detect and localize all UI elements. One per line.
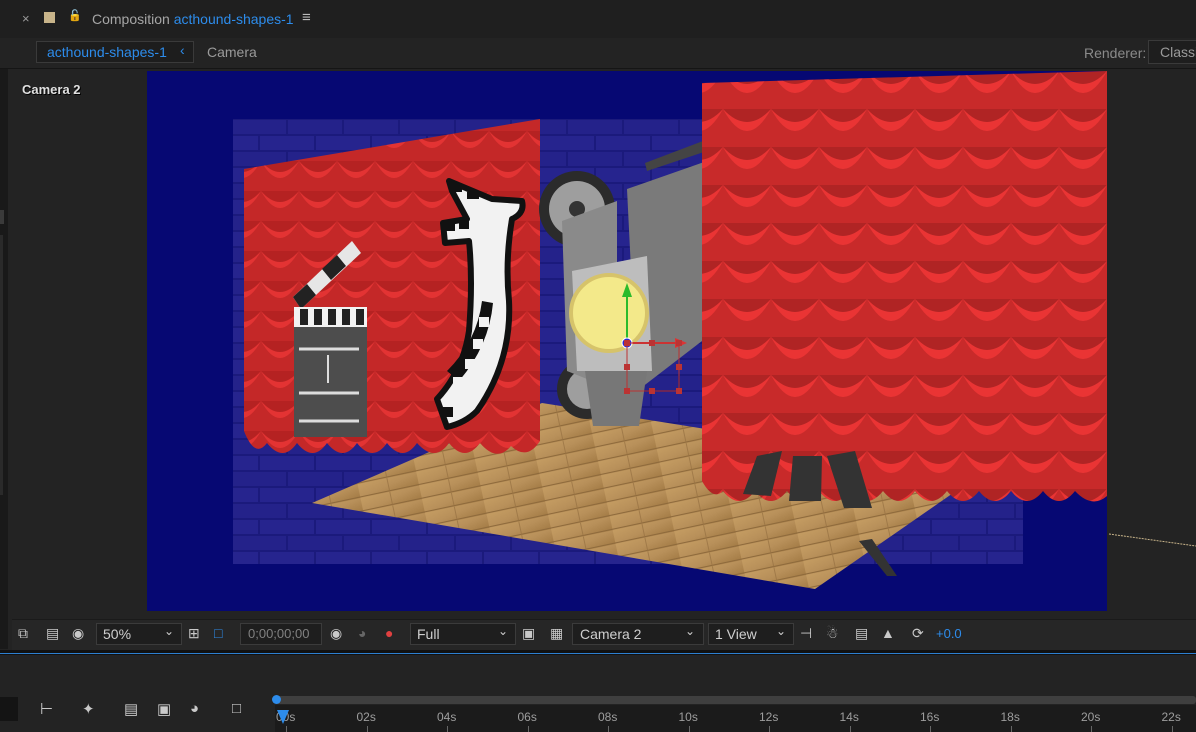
ruler-tick-mark	[769, 726, 770, 732]
chevron-down-icon[interactable]: ⌄	[498, 624, 508, 638]
lock-icon[interactable]: 🔓	[68, 9, 82, 22]
hide-shy-layers-icon[interactable]: ▤	[124, 700, 138, 718]
panel-menu-icon[interactable]: ≡	[302, 9, 311, 26]
ruler-tick-label: 18s	[1000, 710, 1020, 724]
camera-view-value[interactable]: Camera 2	[580, 626, 641, 642]
ruler-tick-mark	[1171, 726, 1173, 732]
mask-icon[interactable]: ◉	[72, 625, 84, 642]
transparency-grid-icon[interactable]: ▦	[550, 625, 563, 642]
monitor-icon[interactable]: ▤	[46, 625, 59, 642]
ruler-tick-mark	[527, 726, 529, 732]
ruler-tick-mark	[688, 726, 690, 732]
playhead[interactable]	[277, 710, 289, 724]
left-scrollbar[interactable]	[0, 235, 3, 495]
active-camera-label: Camera 2	[22, 82, 81, 97]
ruler-tick-mark	[849, 726, 851, 732]
timecode-field[interactable]	[0, 697, 18, 721]
always-preview-icon[interactable]: ⧉	[18, 625, 28, 642]
time-ruler[interactable]	[275, 705, 1196, 732]
resolution-value[interactable]: Full	[417, 626, 440, 642]
timecode-value[interactable]: 0;00;00;00	[248, 626, 309, 641]
composition-flowchart-icon[interactable]: ⊢	[40, 700, 53, 718]
panel-title: Composition acthound-shapes-1	[92, 11, 294, 27]
panel-focus-line	[0, 653, 1196, 654]
renderer-value[interactable]: Classic	[1160, 44, 1196, 60]
magnification-value[interactable]: 50%	[103, 626, 131, 642]
channel-color-icon[interactable]: ●	[385, 625, 393, 641]
motion-blur-icon[interactable]: ◕	[190, 700, 199, 717]
ruler-tick-label: 06s	[517, 710, 537, 724]
snapshot-camera-icon[interactable]: ◉	[330, 625, 342, 642]
ruler-tick-mark	[930, 726, 931, 732]
region-of-interest-icon[interactable]: □	[214, 625, 222, 641]
flowchart-icon[interactable]: ▲	[881, 625, 895, 641]
fast-previews-icon[interactable]: ▣	[522, 625, 535, 642]
work-area-bar[interactable]	[275, 696, 1196, 704]
view-layout-value[interactable]: 1 View	[715, 626, 757, 642]
composition-name: acthound-shapes-1	[173, 11, 294, 27]
ruler-tick-label: 14s	[839, 710, 859, 724]
timeline-icon[interactable]: ▤	[855, 625, 868, 642]
renderer-label: Renderer:	[1084, 45, 1147, 61]
chevron-down-icon[interactable]: ⌄	[685, 624, 695, 638]
frame-blending-icon[interactable]: ▣	[157, 700, 171, 718]
ruler-tick-label: 16s	[920, 710, 940, 724]
chevron-down-icon[interactable]: ⌄	[776, 624, 786, 638]
ruler-tick-label: 10s	[678, 710, 698, 724]
ruler-tick-mark	[608, 726, 609, 732]
ruler-tick-mark	[366, 726, 368, 732]
close-panel-icon[interactable]: ×	[22, 11, 30, 26]
composition-canvas[interactable]	[147, 71, 1107, 611]
graph-editor-icon[interactable]: □	[232, 700, 241, 717]
safe-margins-icon[interactable]: ⊞	[188, 625, 200, 642]
composition-color-swatch	[44, 12, 55, 23]
ruler-tick-label: 02s	[356, 710, 376, 724]
ruler-tick-label: 08s	[598, 710, 618, 724]
ruler-tick-mark	[1010, 726, 1012, 732]
ruler-tick-label: 22s	[1161, 710, 1181, 724]
toggle-pixel-aspect-icon[interactable]: ⊣	[800, 625, 812, 642]
chevron-left-icon[interactable]: ‹	[180, 42, 185, 58]
ruler-tick-mark	[286, 726, 287, 732]
show-snapshot-icon[interactable]: ◕	[358, 625, 366, 641]
exposure-value[interactable]: +0.0	[936, 626, 962, 641]
title-prefix: Composition	[92, 11, 170, 27]
ruler-tick-label: 12s	[759, 710, 779, 724]
ruler-tick-label: 04s	[437, 710, 457, 724]
tab-composition-label[interactable]: acthound-shapes-1	[47, 44, 167, 60]
draft-3d-icon[interactable]: ☃	[826, 625, 839, 642]
reset-exposure-icon[interactable]: ⟳	[912, 625, 924, 642]
tab-camera[interactable]: Camera	[207, 44, 257, 60]
ruler-tick-mark	[1091, 726, 1092, 732]
right-curtain	[702, 71, 1107, 502]
draft-3d-icon[interactable]: ✦	[82, 700, 95, 718]
tripod-leg	[789, 456, 822, 501]
work-area-start-handle[interactable]	[272, 695, 281, 704]
panel-resize-handle[interactable]	[0, 210, 4, 224]
camera-path-line	[1108, 533, 1196, 547]
ruler-tick-label: 20s	[1081, 710, 1101, 724]
ruler-tick-mark	[447, 726, 448, 732]
chevron-down-icon[interactable]: ⌄	[164, 624, 174, 638]
